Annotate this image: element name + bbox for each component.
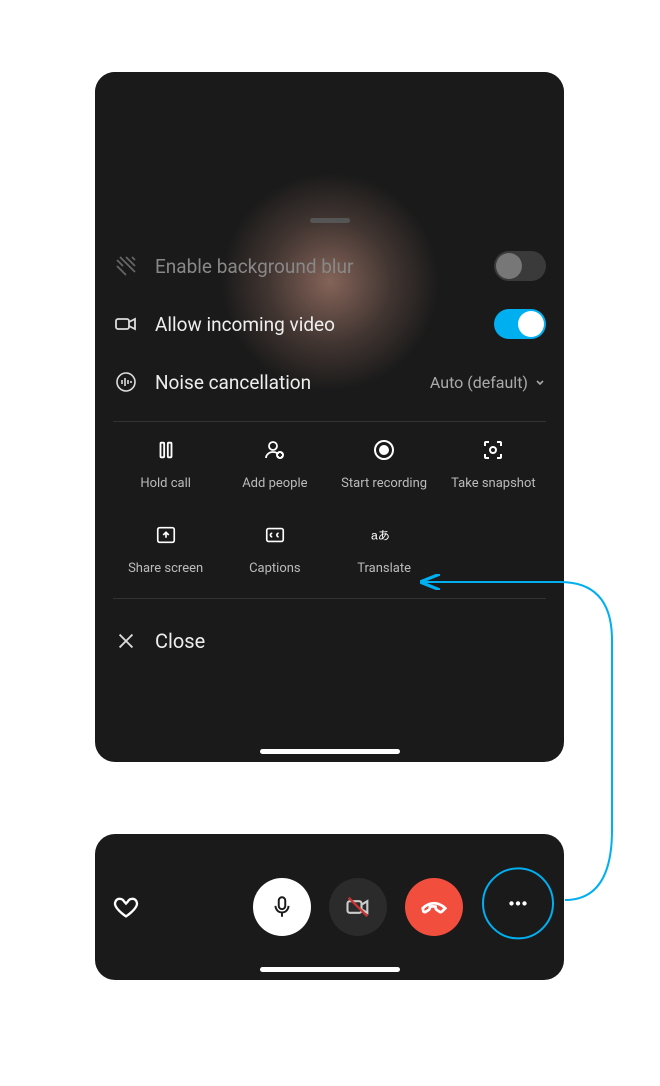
snapshot-label: Take snapshot [451,476,536,491]
microphone-icon [269,894,295,920]
more-icon [505,890,531,916]
noise-value: Auto (default) [430,373,528,392]
divider-2 [113,598,546,599]
add-label: Add people [242,476,307,491]
video-icon [113,311,139,337]
call-control-bar [95,834,564,980]
divider [113,421,546,422]
end-call-button[interactable] [405,878,463,936]
noise-label: Noise cancellation [155,371,414,394]
sheet-drag-handle[interactable] [310,218,350,223]
translate-icon: aあ [370,521,398,549]
home-indicator-2[interactable] [260,967,400,972]
incoming-toggle[interactable] [494,309,546,339]
add-people-button[interactable]: Add people [222,436,327,491]
translate-label: Translate [357,561,411,576]
more-options-button[interactable] [489,874,547,932]
captions-icon [261,521,289,549]
incoming-label: Allow incoming video [155,313,478,336]
blur-icon [113,253,139,279]
start-recording-button[interactable]: Start recording [332,436,437,491]
home-indicator[interactable] [260,749,400,754]
noise-dropdown[interactable]: Auto (default) [430,373,546,392]
snapshot-icon [479,436,507,464]
video-preview-area [95,72,564,192]
share-screen-button[interactable]: Share screen [113,521,218,576]
camera-off-icon [344,893,372,921]
noise-icon [113,369,139,395]
record-icon [370,436,398,464]
close-button[interactable]: Close [113,613,546,669]
take-snapshot-button[interactable]: Take snapshot [441,436,546,491]
row-background-blur: Enable background blur [113,237,546,295]
svg-text:aあ: aあ [371,528,390,542]
action-grid: Hold call Add people Start recordin [113,436,546,576]
microphone-button[interactable] [253,878,311,936]
share-label: Share screen [128,561,203,576]
blur-toggle[interactable] [494,251,546,281]
call-options-sheet: Enable background blur Allow incoming vi… [95,72,564,762]
hold-label: Hold call [140,476,191,491]
row-incoming-video: Allow incoming video [113,295,546,353]
close-label: Close [155,629,205,653]
close-icon [113,628,139,654]
translate-button[interactable]: aあ Translate [332,521,437,576]
annotation-highlight [482,867,554,939]
share-icon [152,521,180,549]
record-label: Start recording [341,476,427,491]
captions-label: Captions [249,561,301,576]
blur-label: Enable background blur [155,255,478,278]
hold-call-button[interactable]: Hold call [113,436,218,491]
chevron-down-icon [534,376,546,388]
react-heart-button[interactable] [109,890,143,924]
captions-button[interactable]: Captions [222,521,327,576]
camera-off-button[interactable] [329,878,387,936]
hangup-icon [419,892,449,922]
pause-icon [152,436,180,464]
row-noise-cancellation: Noise cancellation Auto (default) [113,353,546,411]
add-person-icon [261,436,289,464]
